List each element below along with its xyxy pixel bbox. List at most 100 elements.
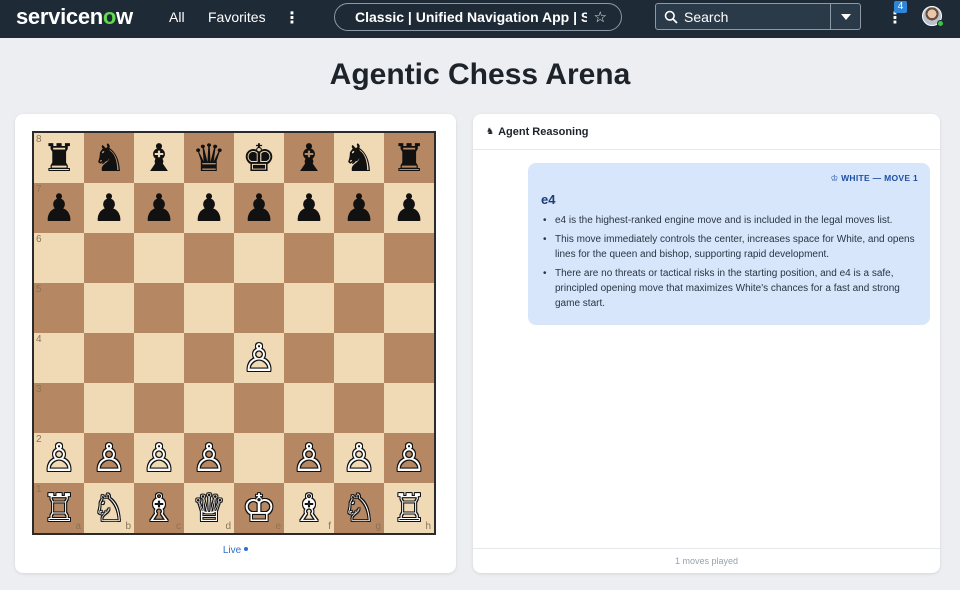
chess-piece[interactable]: ♟ (142, 183, 176, 233)
board-square-a6[interactable]: 6 (34, 233, 84, 283)
board-square-h8[interactable]: ♜ (384, 133, 434, 183)
board-square-h2[interactable]: ♙ (384, 433, 434, 483)
board-square-e1[interactable]: e ♔ (234, 483, 284, 533)
chess-piece[interactable]: ♟ (192, 183, 226, 233)
board-square-b2[interactable]: ♙ (84, 433, 134, 483)
board-square-d5[interactable] (184, 283, 234, 333)
board-square-b5[interactable] (84, 283, 134, 333)
board-square-b1[interactable]: b ♘ (84, 483, 134, 533)
board-square-c4[interactable] (134, 333, 184, 383)
chess-piece[interactable]: ♙ (92, 433, 126, 483)
chess-piece[interactable]: ♔ (242, 483, 276, 533)
nav-favorites-menu[interactable]: Favorites (208, 9, 266, 25)
board-square-e4[interactable]: ♙ (234, 333, 284, 383)
board-square-g4[interactable] (334, 333, 384, 383)
chess-piece[interactable]: ♝ (142, 133, 176, 183)
board-square-b8[interactable]: ♞ (84, 133, 134, 183)
board-square-c6[interactable] (134, 233, 184, 283)
chess-piece[interactable]: ♙ (242, 333, 276, 383)
chess-piece[interactable]: ♞ (92, 133, 126, 183)
board-square-a5[interactable]: 5 (34, 283, 84, 333)
chess-piece[interactable]: ♜ (392, 133, 426, 183)
chess-piece[interactable]: ♞ (342, 133, 376, 183)
board-square-e8[interactable]: ♚ (234, 133, 284, 183)
global-search[interactable]: Search (655, 3, 861, 30)
board-square-h7[interactable]: ♟ (384, 183, 434, 233)
board-square-d6[interactable] (184, 233, 234, 283)
chess-piece[interactable]: ♟ (92, 183, 126, 233)
chess-piece[interactable]: ♙ (342, 433, 376, 483)
board-square-a7[interactable]: 7 ♟ (34, 183, 84, 233)
board-square-g2[interactable]: ♙ (334, 433, 384, 483)
board-square-g7[interactable]: ♟ (334, 183, 384, 233)
chess-piece[interactable]: ♝ (292, 133, 326, 183)
board-square-e3[interactable] (234, 383, 284, 433)
servicenow-logo[interactable]: servicenow (16, 4, 133, 30)
board-square-d2[interactable]: ♙ (184, 433, 234, 483)
board-square-b4[interactable] (84, 333, 134, 383)
board-square-f2[interactable]: ♙ (284, 433, 334, 483)
board-square-d7[interactable]: ♟ (184, 183, 234, 233)
board-square-g3[interactable] (334, 383, 384, 433)
board-square-e7[interactable]: ♟ (234, 183, 284, 233)
board-square-h1[interactable]: h ♖ (384, 483, 434, 533)
nav-all-menu[interactable]: All (169, 9, 185, 25)
board-square-f8[interactable]: ♝ (284, 133, 334, 183)
chess-piece[interactable]: ♗ (292, 483, 326, 533)
board-square-d4[interactable] (184, 333, 234, 383)
board-square-h4[interactable] (384, 333, 434, 383)
board-square-f1[interactable]: f ♗ (284, 483, 334, 533)
chess-piece[interactable]: ♛ (192, 133, 226, 183)
chess-board[interactable]: 8 ♜ ♞ ♝ ♛ ♚ ♝ ♞ ♜ 7 ♟ ♟ ♟ ♟ ♟ ♟ ♟ ♟ 6 5 4 ♙ 3 2 ♙ ♙ ♙ ♙ ♙ ♙ ♙ 1 a ♖ b ♘ c ♗ d ♕… (32, 131, 436, 535)
chess-piece[interactable]: ♙ (292, 433, 326, 483)
board-square-c7[interactable]: ♟ (134, 183, 184, 233)
chess-piece[interactable]: ♟ (292, 183, 326, 233)
favorite-star-icon[interactable]: ☆ (594, 8, 607, 26)
chess-piece[interactable]: ♟ (392, 183, 426, 233)
chess-piece[interactable]: ♚ (242, 133, 276, 183)
board-square-f6[interactable] (284, 233, 334, 283)
board-square-g1[interactable]: g ♘ (334, 483, 384, 533)
chess-piece[interactable]: ♘ (342, 483, 376, 533)
chess-piece[interactable]: ♖ (392, 483, 426, 533)
chess-piece[interactable]: ♗ (142, 483, 176, 533)
board-square-c3[interactable] (134, 383, 184, 433)
board-square-d1[interactable]: d ♕ (184, 483, 234, 533)
board-square-a1[interactable]: 1 a ♖ (34, 483, 84, 533)
board-square-b7[interactable]: ♟ (84, 183, 134, 233)
chess-piece[interactable]: ♖ (42, 483, 76, 533)
board-square-c1[interactable]: c ♗ (134, 483, 184, 533)
search-scope-dropdown[interactable] (830, 4, 860, 29)
chess-piece[interactable]: ♜ (42, 133, 76, 183)
chess-piece[interactable]: ♟ (342, 183, 376, 233)
board-square-d3[interactable] (184, 383, 234, 433)
board-square-e6[interactable] (234, 233, 284, 283)
app-context-pill[interactable]: Classic | Unified Navigation App | Se...… (334, 3, 622, 31)
board-square-c5[interactable] (134, 283, 184, 333)
board-square-h3[interactable] (384, 383, 434, 433)
board-square-f7[interactable]: ♟ (284, 183, 334, 233)
board-square-e5[interactable] (234, 283, 284, 333)
board-square-e2[interactable] (234, 433, 284, 483)
board-square-a3[interactable]: 3 (34, 383, 84, 433)
board-square-f4[interactable] (284, 333, 334, 383)
nav-more-icon[interactable]: ⋮ (284, 8, 300, 28)
board-square-a2[interactable]: 2 ♙ (34, 433, 84, 483)
board-square-h6[interactable] (384, 233, 434, 283)
board-square-f3[interactable] (284, 383, 334, 433)
board-square-c2[interactable]: ♙ (134, 433, 184, 483)
board-square-a8[interactable]: 8 ♜ (34, 133, 84, 183)
chess-piece[interactable]: ♕ (192, 483, 226, 533)
board-square-b6[interactable] (84, 233, 134, 283)
board-square-f5[interactable] (284, 283, 334, 333)
board-square-g6[interactable] (334, 233, 384, 283)
chess-piece[interactable]: ♙ (192, 433, 226, 483)
chess-piece[interactable]: ♟ (242, 183, 276, 233)
board-square-a4[interactable]: 4 (34, 333, 84, 383)
chess-piece[interactable]: ♙ (42, 433, 76, 483)
board-square-b3[interactable] (84, 383, 134, 433)
chess-piece[interactable]: ♙ (142, 433, 176, 483)
board-square-d8[interactable]: ♛ (184, 133, 234, 183)
board-square-h5[interactable] (384, 283, 434, 333)
chess-piece[interactable]: ♘ (92, 483, 126, 533)
